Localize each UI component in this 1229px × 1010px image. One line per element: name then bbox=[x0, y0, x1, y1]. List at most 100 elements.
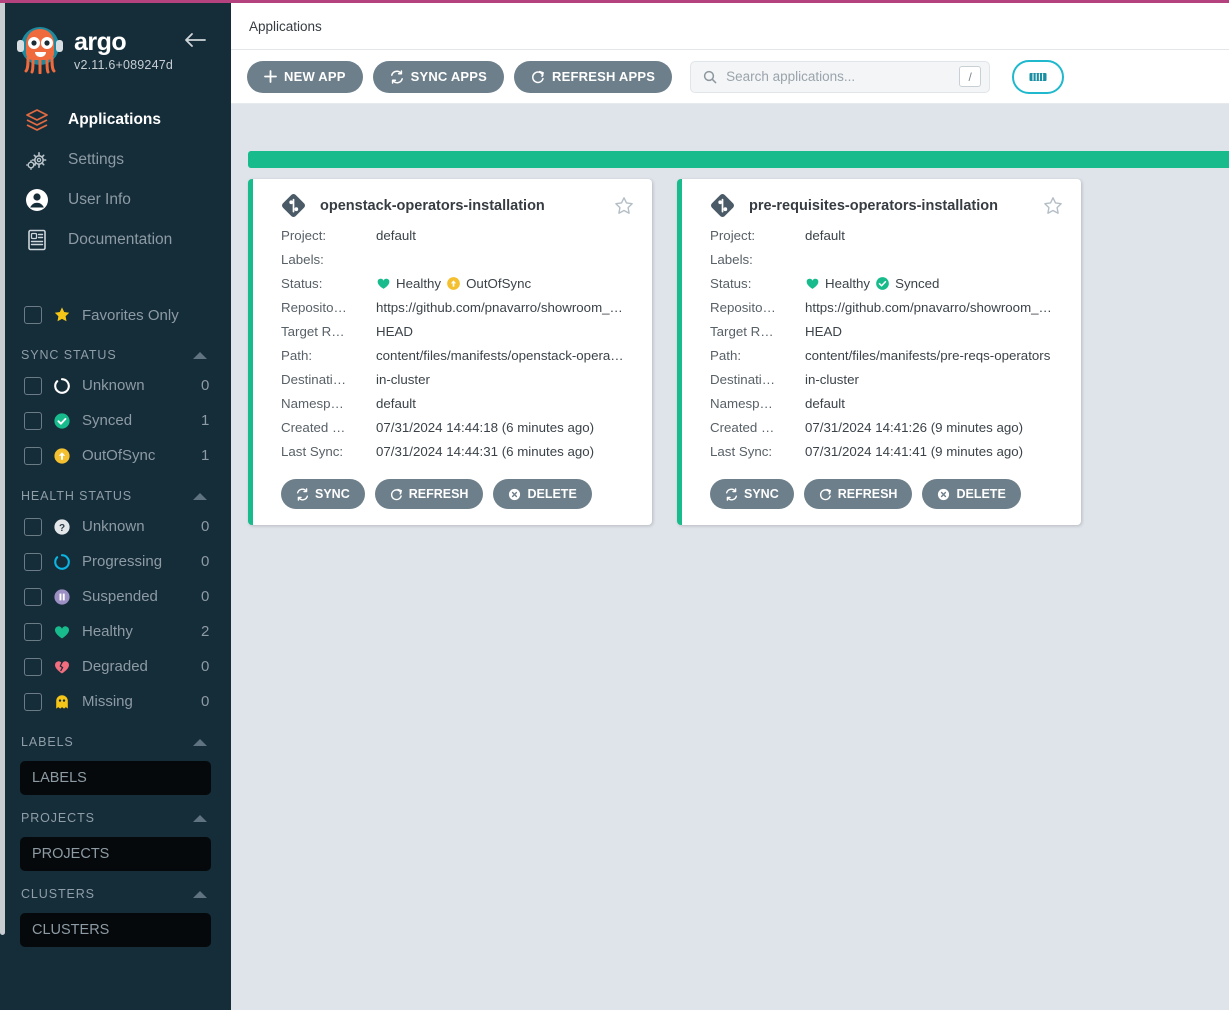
chevron-up-icon[interactable] bbox=[193, 815, 207, 822]
star-icon bbox=[53, 306, 71, 324]
filter-count: 1 bbox=[201, 447, 231, 464]
field-value[interactable]: https://github.com/pnavarro/showroom_… bbox=[805, 300, 1052, 315]
filter-health-missing[interactable]: Missing 0 bbox=[0, 684, 231, 719]
refresh-apps-button[interactable]: REFRESH APPS bbox=[514, 61, 672, 93]
filter-label: Suspended bbox=[82, 588, 190, 605]
sidebar-item-label: Settings bbox=[68, 151, 124, 169]
favorites-only-filter[interactable]: Favorites Only bbox=[0, 298, 231, 332]
filter-count: 1 bbox=[201, 412, 231, 429]
sidebar-scrollbar-thumb[interactable] bbox=[0, 0, 5, 935]
filter-checkbox[interactable] bbox=[24, 447, 42, 465]
chevron-up-icon[interactable] bbox=[193, 739, 207, 746]
breadcrumb-label[interactable]: Applications bbox=[249, 19, 322, 34]
search-shortcut-key: / bbox=[959, 66, 981, 87]
heart-icon bbox=[376, 276, 391, 291]
field-labels: Labels: bbox=[700, 247, 1063, 271]
application-card[interactable]: openstack-operators-installation Project… bbox=[248, 179, 652, 525]
git-repo-icon bbox=[281, 193, 306, 218]
sidebar-item-documentation[interactable]: Documentation bbox=[0, 220, 231, 260]
sync-status-badge[interactable]: Synced bbox=[875, 276, 939, 291]
filter-health-progressing[interactable]: Progressing 0 bbox=[0, 544, 231, 579]
section-header-health-status[interactable]: HEALTH STATUS bbox=[0, 473, 231, 509]
filter-health-unknown[interactable]: ? Unknown 0 bbox=[0, 509, 231, 544]
chevron-up-icon[interactable] bbox=[193, 891, 207, 898]
health-status-badge[interactable]: Healthy bbox=[805, 276, 870, 291]
section-title: PROJECTS bbox=[21, 811, 95, 825]
sync-button[interactable]: SYNC bbox=[281, 479, 365, 509]
sync-icon bbox=[296, 488, 309, 501]
filter-health-healthy[interactable]: Healthy 2 bbox=[0, 614, 231, 649]
new-app-label: NEW APP bbox=[284, 69, 346, 84]
filter-checkbox[interactable] bbox=[24, 693, 42, 711]
refresh-button[interactable]: REFRESH bbox=[375, 479, 484, 509]
field-destination: Destinati… in-cluster bbox=[700, 367, 1063, 391]
filter-count: 0 bbox=[201, 553, 231, 570]
sidebar-item-label: Applications bbox=[68, 111, 161, 129]
field-label: Destinati… bbox=[710, 372, 805, 387]
filter-checkbox[interactable] bbox=[24, 588, 42, 606]
filter-checkbox[interactable] bbox=[24, 412, 42, 430]
sync-icon bbox=[390, 70, 404, 84]
projects-select[interactable]: PROJECTS bbox=[20, 837, 211, 871]
sync-button[interactable]: SYNC bbox=[710, 479, 794, 509]
application-card[interactable]: pre-requisites-operators-installation Pr… bbox=[677, 179, 1081, 525]
delete-button[interactable]: DELETE bbox=[922, 479, 1020, 509]
health-status-badge[interactable]: Healthy bbox=[376, 276, 441, 291]
field-label: Last Sync: bbox=[281, 444, 376, 459]
filter-label: Progressing bbox=[82, 553, 190, 570]
labels-select[interactable]: LABELS bbox=[20, 761, 211, 795]
search-applications-box[interactable]: / bbox=[690, 61, 990, 93]
filter-checkbox[interactable] bbox=[24, 658, 42, 676]
clusters-select[interactable]: CLUSTERS bbox=[20, 913, 211, 947]
favorite-star-outline-icon[interactable] bbox=[614, 196, 634, 216]
sidebar-item-user-info[interactable]: User Info bbox=[0, 180, 231, 220]
application-name[interactable]: openstack-operators-installation bbox=[320, 198, 600, 214]
refresh-button-label: REFRESH bbox=[838, 487, 898, 501]
sidebar-item-label: User Info bbox=[68, 191, 131, 209]
delete-button[interactable]: DELETE bbox=[493, 479, 591, 509]
filter-checkbox[interactable] bbox=[24, 377, 42, 395]
sidebar-scrollbar[interactable] bbox=[0, 0, 5, 1010]
view-mode-toggle-button[interactable] bbox=[1012, 60, 1064, 94]
filter-count: 0 bbox=[201, 377, 231, 394]
filter-sync-outofsync[interactable]: OutOfSync 1 bbox=[0, 438, 231, 473]
health-healthy-icon bbox=[53, 623, 71, 641]
filter-sync-unknown[interactable]: Unknown 0 bbox=[0, 368, 231, 403]
field-label: Target R… bbox=[710, 324, 805, 339]
field-value: default bbox=[376, 396, 416, 411]
sidebar-item-applications[interactable]: Applications bbox=[0, 100, 231, 140]
filter-health-degraded[interactable]: Degraded 0 bbox=[0, 649, 231, 684]
filter-sync-synced[interactable]: Synced 1 bbox=[0, 403, 231, 438]
field-value[interactable]: https://github.com/pnavarro/showroom_… bbox=[376, 300, 623, 315]
filter-checkbox[interactable] bbox=[24, 623, 42, 641]
section-header-projects[interactable]: PROJECTS bbox=[0, 795, 231, 831]
sidebar-item-settings[interactable]: Settings bbox=[0, 140, 231, 180]
section-header-sync-status[interactable]: SYNC STATUS bbox=[0, 332, 231, 368]
section-title: HEALTH STATUS bbox=[21, 489, 132, 503]
refresh-button[interactable]: REFRESH bbox=[804, 479, 913, 509]
field-labels: Labels: bbox=[271, 247, 634, 271]
field-value: content/files/manifests/pre-reqs-operato… bbox=[805, 348, 1050, 363]
sync-apps-button[interactable]: SYNC APPS bbox=[373, 61, 504, 93]
filter-label: OutOfSync bbox=[82, 447, 190, 464]
chevron-up-icon[interactable] bbox=[193, 493, 207, 500]
filter-checkbox[interactable] bbox=[24, 518, 42, 536]
favorite-star-outline-icon[interactable] bbox=[1043, 196, 1063, 216]
chevron-up-icon[interactable] bbox=[193, 352, 207, 359]
plus-icon bbox=[264, 70, 277, 83]
favorites-only-checkbox[interactable] bbox=[24, 306, 42, 324]
new-app-button[interactable]: NEW APP bbox=[247, 61, 363, 93]
field-value: in-cluster bbox=[376, 372, 430, 387]
filter-checkbox[interactable] bbox=[24, 553, 42, 571]
sync-status-badge[interactable]: OutOfSync bbox=[446, 276, 531, 291]
applications-tile-grid: openstack-operators-installation Project… bbox=[248, 179, 1081, 525]
application-name[interactable]: pre-requisites-operators-installation bbox=[749, 198, 1029, 214]
delete-button-label: DELETE bbox=[527, 487, 576, 501]
section-header-clusters[interactable]: CLUSTERS bbox=[0, 871, 231, 907]
filter-health-suspended[interactable]: Suspended 0 bbox=[0, 579, 231, 614]
search-input[interactable] bbox=[726, 69, 950, 84]
section-header-labels[interactable]: LABELS bbox=[0, 719, 231, 755]
field-last-sync: Last Sync: 07/31/2024 14:44:31 (6 minute… bbox=[271, 439, 634, 463]
field-value: Healthy OutOfSync bbox=[376, 276, 531, 291]
arrow-left-icon[interactable] bbox=[183, 30, 207, 50]
